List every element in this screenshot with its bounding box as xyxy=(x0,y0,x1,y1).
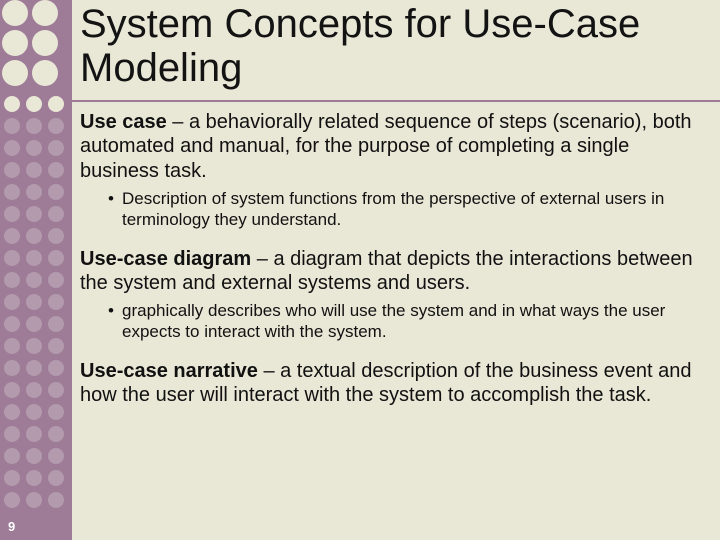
dot-grid xyxy=(0,0,72,514)
bullet-use-case-diagram: graphically describes who will use the s… xyxy=(108,301,702,342)
slide-number: 9 xyxy=(8,519,15,534)
definition-use-case-narrative: Use-case narrative – a textual descripti… xyxy=(80,359,702,408)
definition-use-case: Use case – a behaviorally related sequen… xyxy=(80,110,702,183)
definition-use-case-diagram: Use-case diagram – a diagram that depict… xyxy=(80,247,702,296)
slide-title: System Concepts for Use-Case Modeling xyxy=(80,2,710,90)
slide-content: System Concepts for Use-Case Modeling Us… xyxy=(80,2,710,414)
bullet-use-case: Description of system functions from the… xyxy=(108,189,702,230)
